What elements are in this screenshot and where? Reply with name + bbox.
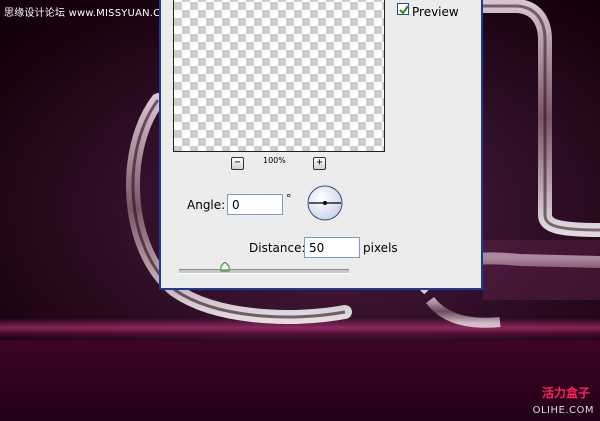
zoom-in-button[interactable]: + (313, 157, 326, 170)
preview-canvas[interactable] (173, 0, 385, 152)
watermark-top-text: 思缘设计论坛 www.MISSYUAN.COM (4, 8, 178, 19)
watermark-logo: 活力盒子 (541, 386, 590, 400)
angle-label: Angle: (187, 198, 226, 212)
distance-label: Distance: (249, 241, 306, 255)
watermark-site: OLIHE.COM (532, 405, 594, 416)
angle-input[interactable] (227, 194, 283, 215)
zoom-level: 100% (263, 156, 286, 165)
preview-label[interactable]: Preview (412, 5, 459, 19)
degree-sign: ° (286, 192, 292, 205)
preview-checkbox[interactable] (397, 3, 409, 15)
distance-input[interactable] (304, 237, 360, 258)
checkmark-icon (399, 5, 409, 15)
filter-dialog: − 100% + Preview Angle: ° Distance: pixe… (159, 0, 483, 290)
angle-dial[interactable] (306, 184, 344, 222)
distance-slider-thumb[interactable] (220, 262, 230, 272)
distance-slider-track[interactable] (179, 269, 349, 274)
distance-unit: pixels (363, 241, 398, 255)
zoom-out-button[interactable]: − (231, 157, 244, 170)
